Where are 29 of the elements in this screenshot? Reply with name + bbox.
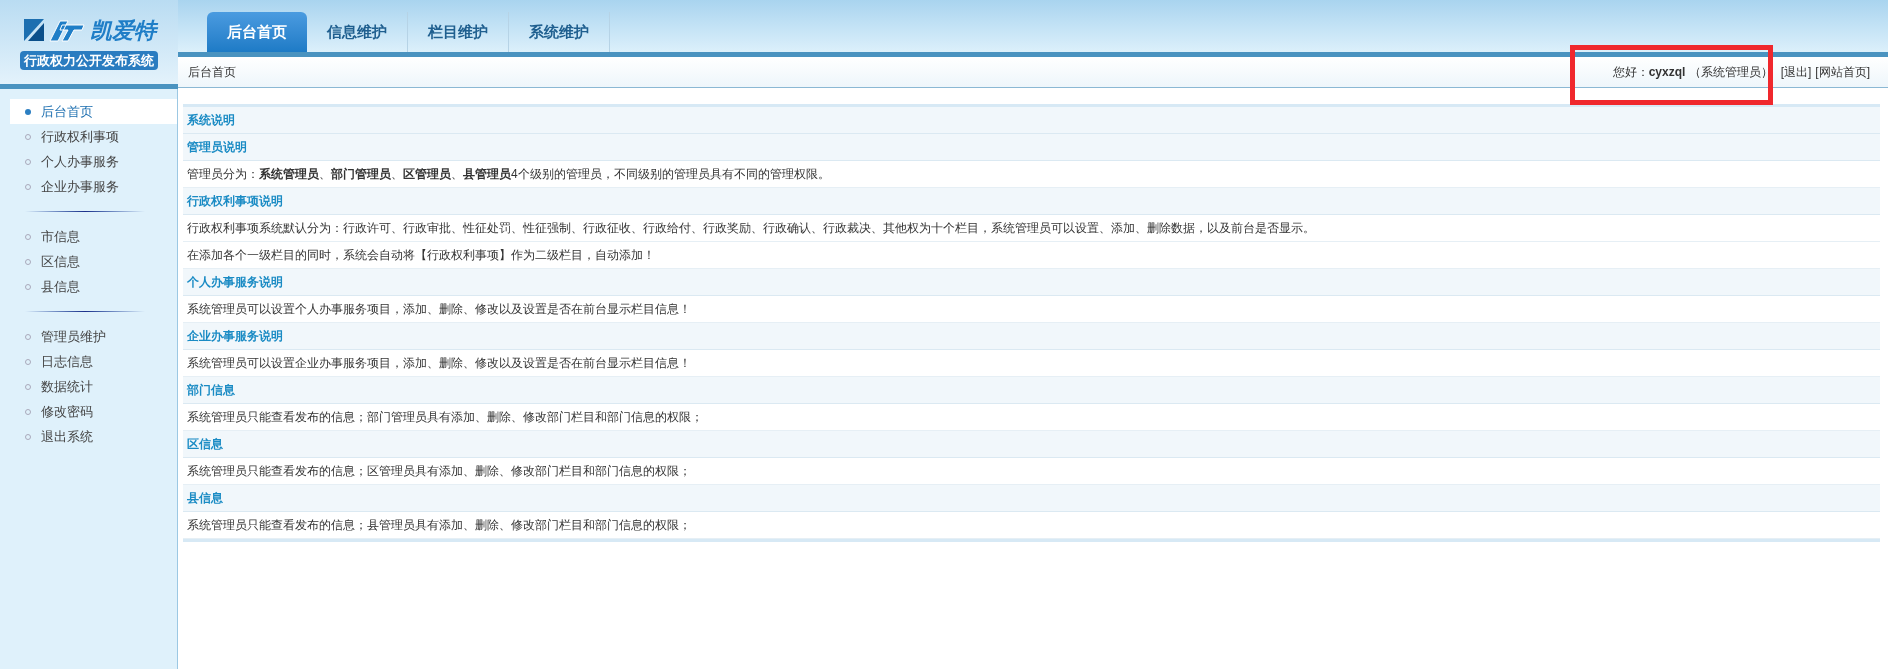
breadcrumb: 后台首页 [188, 64, 236, 81]
user-greeting: 您好：cyxzql （系统管理员） [1612, 64, 1773, 81]
sidebar-item[interactable]: 个人办事服务 [10, 149, 177, 174]
logo-title: 凯爱特 [90, 16, 156, 45]
sidebar-item[interactable]: 管理员维护 [10, 324, 177, 349]
sidebar-item[interactable]: 退出系统 [10, 424, 177, 449]
sidebar-item[interactable]: 企业办事服务 [10, 174, 177, 199]
nav-tab[interactable]: 后台首页 [207, 12, 307, 52]
sidebar-item[interactable]: 县信息 [10, 274, 177, 299]
sidebar-item[interactable]: 市信息 [10, 224, 177, 249]
bullet-icon [25, 108, 31, 115]
section-heading: 部门信息 [183, 377, 1880, 404]
sidebar-item[interactable]: 行政权利事项 [10, 124, 177, 149]
section-heading: 系统说明 [183, 107, 1880, 134]
section-heading: 管理员说明 [183, 134, 1880, 161]
section-heading: 行政权利事项说明 [183, 188, 1880, 215]
section-heading: 个人办事服务说明 [183, 269, 1880, 296]
logo-subtitle: 行政权力公开发布系统 [20, 50, 158, 71]
section-heading: 区信息 [183, 431, 1880, 458]
sidebar-item[interactable]: 日志信息 [10, 349, 177, 374]
section-heading: 县信息 [183, 485, 1880, 512]
logo-icon [22, 17, 86, 44]
sidebar-item[interactable]: 区信息 [10, 249, 177, 274]
sidebar-item[interactable]: 数据统计 [10, 374, 177, 399]
section-heading: 企业办事服务说明 [183, 323, 1880, 350]
sidebar-item[interactable]: 后台首页 [10, 99, 177, 124]
sidebar-item[interactable]: 修改密码 [10, 399, 177, 424]
header-link[interactable]: [退出] [1780, 63, 1812, 81]
header-link[interactable]: [网站首页] [1815, 63, 1870, 81]
